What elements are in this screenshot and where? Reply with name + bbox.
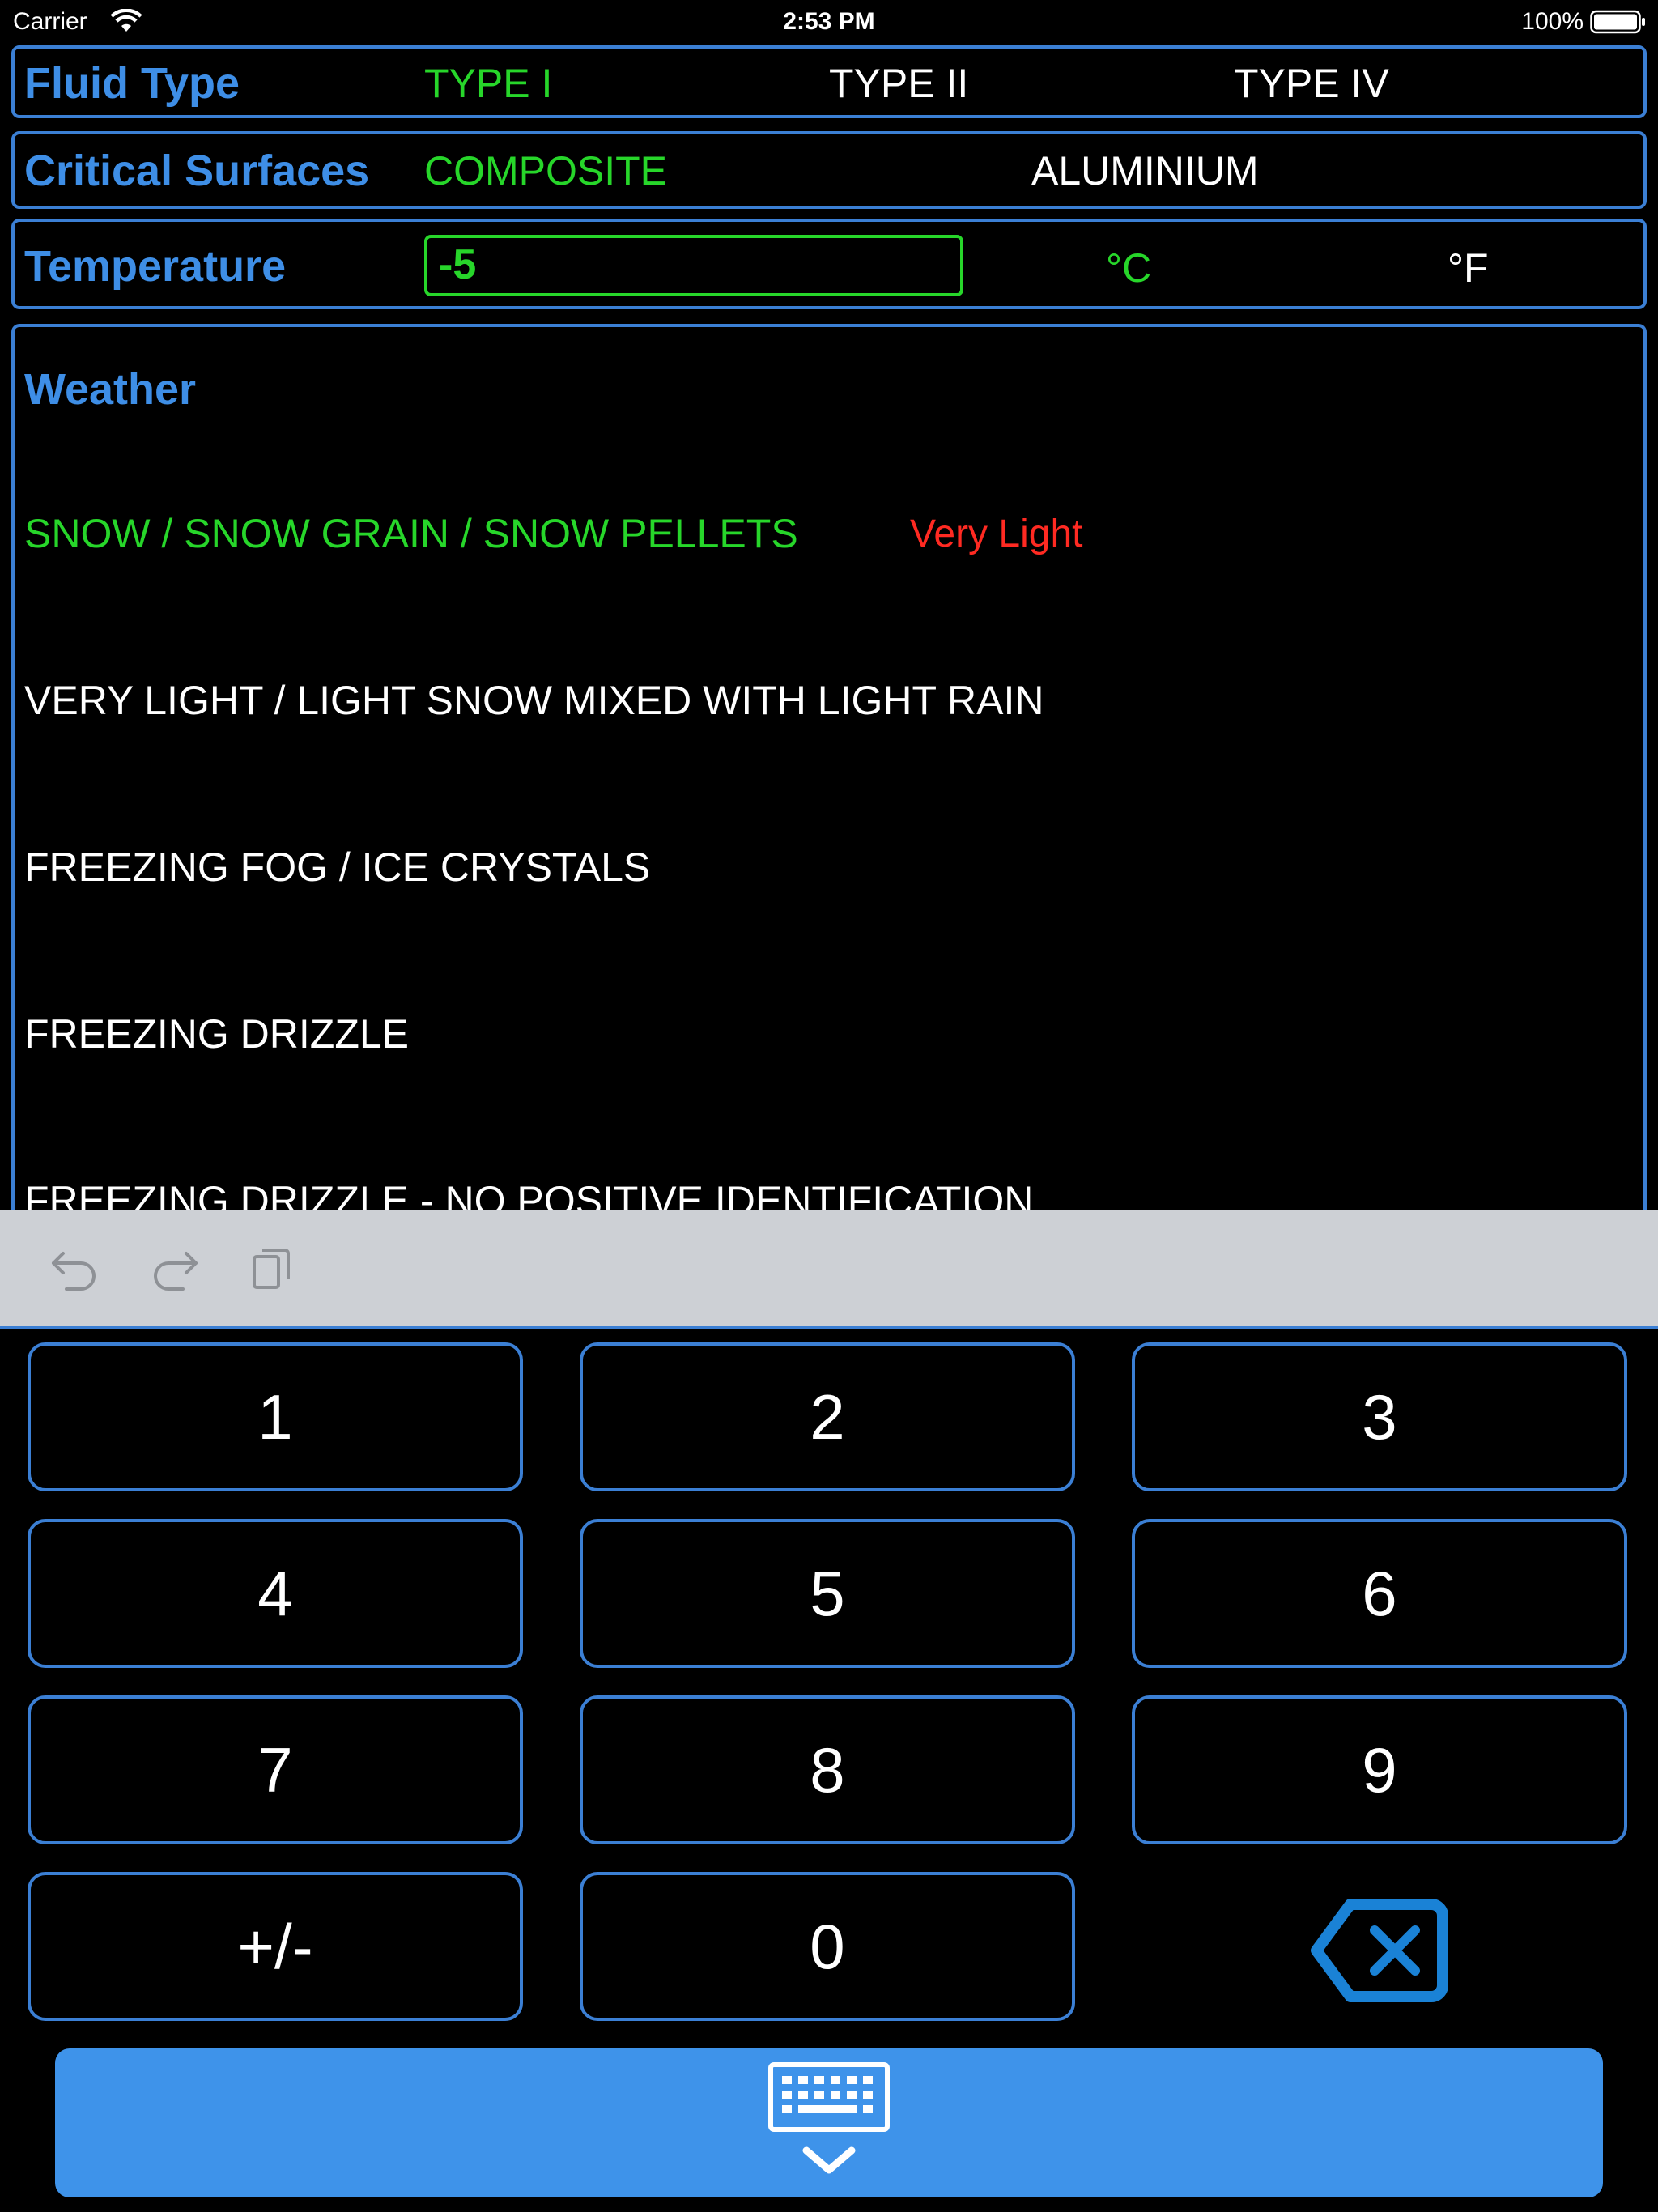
key-6[interactable]: 6 xyxy=(1132,1519,1627,1668)
keyboard-dismiss-icon xyxy=(768,2062,890,2174)
fluid-type-option-type-iv[interactable]: TYPE IV xyxy=(1234,60,1389,107)
weather-item[interactable]: VERY LIGHT / LIGHT SNOW MIXED WITH LIGHT… xyxy=(24,677,1044,724)
temperature-row: Temperature -5 °C °F xyxy=(11,219,1647,309)
key-2[interactable]: 2 xyxy=(580,1342,1075,1491)
weather-panel: Weather SNOW / SNOW GRAIN / SNOW PELLETS… xyxy=(11,324,1647,1214)
battery-percent: 100% xyxy=(1521,8,1584,35)
delete-icon[interactable] xyxy=(1310,1898,1448,2003)
unit-celsius[interactable]: °C xyxy=(1106,245,1151,291)
unit-fahrenheit[interactable]: °F xyxy=(1448,245,1489,291)
clock: 2:53 PM xyxy=(783,8,875,35)
key-5[interactable]: 5 xyxy=(580,1519,1075,1668)
fluid-type-option-type-i[interactable]: TYPE I xyxy=(424,60,552,107)
battery-icon xyxy=(1590,10,1645,34)
key-4[interactable]: 4 xyxy=(28,1519,523,1668)
key-7[interactable]: 7 xyxy=(28,1695,523,1844)
undo-icon[interactable] xyxy=(49,1242,100,1294)
status-bar: Carrier 2:53 PM 100% xyxy=(0,0,1658,44)
key-8[interactable]: 8 xyxy=(580,1695,1075,1844)
redo-icon[interactable] xyxy=(149,1242,201,1294)
dismiss-keyboard-button[interactable] xyxy=(55,2048,1603,2197)
fluid-type-label: Fluid Type xyxy=(24,59,240,108)
key-3[interactable]: 3 xyxy=(1132,1342,1627,1491)
critical-surfaces-row: Critical Surfaces COMPOSITE ALUMINIUM xyxy=(11,131,1647,209)
temperature-label: Temperature xyxy=(24,242,287,291)
key-0[interactable]: 0 xyxy=(580,1872,1075,2021)
fluid-type-row: Fluid Type TYPE I TYPE II TYPE IV xyxy=(11,45,1647,118)
weather-item[interactable]: SNOW / SNOW GRAIN / SNOW PELLETS xyxy=(24,510,798,557)
keyboard-toolbar xyxy=(0,1210,1658,1329)
surface-option-aluminium[interactable]: ALUMINIUM xyxy=(1031,147,1259,194)
paste-icon[interactable] xyxy=(249,1242,301,1294)
key-1[interactable]: 1 xyxy=(28,1342,523,1491)
critical-surfaces-label: Critical Surfaces xyxy=(24,147,370,195)
weather-item[interactable]: FREEZING DRIZZLE xyxy=(24,1010,409,1057)
key-9[interactable]: 9 xyxy=(1132,1695,1627,1844)
key-plus-minus[interactable]: +/- xyxy=(28,1872,523,2021)
weather-item[interactable]: FREEZING FOG / ICE CRYSTALS xyxy=(24,844,650,891)
surface-option-composite[interactable]: COMPOSITE xyxy=(424,147,667,194)
weather-label: Weather xyxy=(24,365,197,414)
temperature-input[interactable]: -5 xyxy=(424,235,963,296)
weather-intensity[interactable]: Very Light xyxy=(910,512,1082,556)
fluid-type-option-type-ii[interactable]: TYPE II xyxy=(829,60,968,107)
